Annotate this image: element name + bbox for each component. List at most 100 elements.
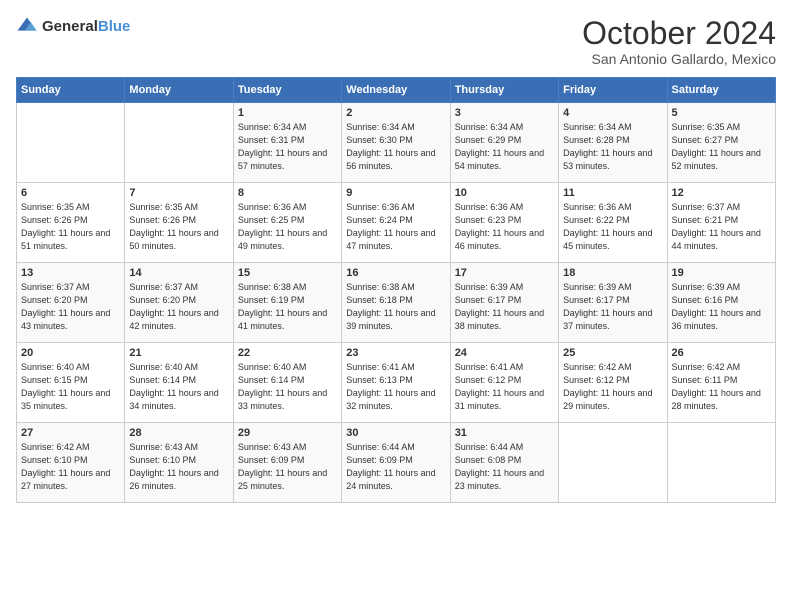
calendar-cell: 26 Sunrise: 6:42 AM Sunset: 6:11 PM Dayli… (667, 343, 775, 423)
day-number: 6 (21, 187, 120, 199)
calendar-cell: 29 Sunrise: 6:43 AM Sunset: 6:09 PM Dayli… (233, 423, 341, 503)
weekday-header: Saturday (667, 78, 775, 103)
calendar-cell: 8 Sunrise: 6:36 AM Sunset: 6:25 PM Daylig… (233, 183, 341, 263)
day-number: 14 (129, 267, 228, 279)
calendar-cell: 7 Sunrise: 6:35 AM Sunset: 6:26 PM Daylig… (125, 183, 233, 263)
title-block: October 2024 San Antonio Gallardo, Mexic… (582, 16, 776, 67)
logo: GeneralBlue (16, 16, 130, 38)
calendar-week-row: 6 Sunrise: 6:35 AM Sunset: 6:26 PM Daylig… (17, 183, 776, 263)
day-info: Sunrise: 6:44 AM Sunset: 6:08 PM Dayligh… (455, 441, 554, 493)
day-info: Sunrise: 6:39 AM Sunset: 6:17 PM Dayligh… (563, 281, 662, 333)
calendar-cell: 6 Sunrise: 6:35 AM Sunset: 6:26 PM Daylig… (17, 183, 125, 263)
day-info: Sunrise: 6:36 AM Sunset: 6:23 PM Dayligh… (455, 201, 554, 253)
day-info: Sunrise: 6:41 AM Sunset: 6:12 PM Dayligh… (455, 361, 554, 413)
day-number: 15 (238, 267, 337, 279)
calendar-cell: 22 Sunrise: 6:40 AM Sunset: 6:14 PM Dayli… (233, 343, 341, 423)
day-info: Sunrise: 6:36 AM Sunset: 6:24 PM Dayligh… (346, 201, 445, 253)
day-info: Sunrise: 6:37 AM Sunset: 6:20 PM Dayligh… (129, 281, 228, 333)
calendar-week-row: 13Sunrise: 6:37 AM Sunset: 6:20 PM Dayli… (17, 263, 776, 343)
day-number: 16 (346, 267, 445, 279)
day-info: Sunrise: 6:34 AM Sunset: 6:28 PM Dayligh… (563, 121, 662, 173)
logo-icon (16, 16, 38, 38)
weekday-header: Sunday (17, 78, 125, 103)
day-number: 19 (672, 267, 771, 279)
day-info: Sunrise: 6:37 AM Sunset: 6:20 PM Dayligh… (21, 281, 120, 333)
day-number: 22 (238, 347, 337, 359)
day-info: Sunrise: 6:40 AM Sunset: 6:15 PM Dayligh… (21, 361, 120, 413)
day-number: 26 (672, 347, 771, 359)
day-number: 23 (346, 347, 445, 359)
day-number: 17 (455, 267, 554, 279)
day-number: 27 (21, 427, 120, 439)
day-info: Sunrise: 6:43 AM Sunset: 6:10 PM Dayligh… (129, 441, 228, 493)
day-number: 10 (455, 187, 554, 199)
day-number: 9 (346, 187, 445, 199)
day-info: Sunrise: 6:36 AM Sunset: 6:25 PM Dayligh… (238, 201, 337, 253)
calendar-cell: 9 Sunrise: 6:36 AM Sunset: 6:24 PM Daylig… (342, 183, 450, 263)
calendar-cell: 11Sunrise: 6:36 AM Sunset: 6:22 PM Dayli… (559, 183, 667, 263)
day-info: Sunrise: 6:40 AM Sunset: 6:14 PM Dayligh… (238, 361, 337, 413)
calendar-cell: 4Sunrise: 6:34 AM Sunset: 6:28 PM Daylig… (559, 103, 667, 183)
day-number: 21 (129, 347, 228, 359)
calendar-cell (667, 423, 775, 503)
calendar-cell: 14 Sunrise: 6:37 AM Sunset: 6:20 PM Dayli… (125, 263, 233, 343)
day-number: 25 (563, 347, 662, 359)
day-info: Sunrise: 6:34 AM Sunset: 6:30 PM Dayligh… (346, 121, 445, 173)
calendar-header: SundayMondayTuesdayWednesdayThursdayFrid… (17, 78, 776, 103)
logo-general: GeneralBlue (42, 18, 130, 36)
day-info: Sunrise: 6:42 AM Sunset: 6:11 PM Dayligh… (672, 361, 771, 413)
calendar-cell: 2 Sunrise: 6:34 AM Sunset: 6:30 PM Daylig… (342, 103, 450, 183)
calendar-cell: 25 Sunrise: 6:42 AM Sunset: 6:12 PM Dayli… (559, 343, 667, 423)
day-number: 30 (346, 427, 445, 439)
calendar-cell: 5 Sunrise: 6:35 AM Sunset: 6:27 PM Daylig… (667, 103, 775, 183)
weekday-header: Monday (125, 78, 233, 103)
day-number: 20 (21, 347, 120, 359)
calendar-body: 1Sunrise: 6:34 AM Sunset: 6:31 PM Daylig… (17, 103, 776, 503)
weekday-header-row: SundayMondayTuesdayWednesdayThursdayFrid… (17, 78, 776, 103)
calendar-cell: 3Sunrise: 6:34 AM Sunset: 6:29 PM Daylig… (450, 103, 558, 183)
day-number: 8 (238, 187, 337, 199)
calendar-cell: 1Sunrise: 6:34 AM Sunset: 6:31 PM Daylig… (233, 103, 341, 183)
day-number: 12 (672, 187, 771, 199)
day-info: Sunrise: 6:40 AM Sunset: 6:14 PM Dayligh… (129, 361, 228, 413)
day-number: 3 (455, 107, 554, 119)
calendar-cell (17, 103, 125, 183)
day-info: Sunrise: 6:44 AM Sunset: 6:09 PM Dayligh… (346, 441, 445, 493)
day-number: 29 (238, 427, 337, 439)
day-info: Sunrise: 6:39 AM Sunset: 6:16 PM Dayligh… (672, 281, 771, 333)
calendar-week-row: 20 Sunrise: 6:40 AM Sunset: 6:15 PM Dayli… (17, 343, 776, 423)
calendar-cell: 27 Sunrise: 6:42 AM Sunset: 6:10 PM Dayli… (17, 423, 125, 503)
day-info: Sunrise: 6:35 AM Sunset: 6:26 PM Dayligh… (21, 201, 120, 253)
calendar-cell: 16 Sunrise: 6:38 AM Sunset: 6:18 PM Dayli… (342, 263, 450, 343)
weekday-header: Thursday (450, 78, 558, 103)
calendar-cell: 20 Sunrise: 6:40 AM Sunset: 6:15 PM Dayli… (17, 343, 125, 423)
day-info: Sunrise: 6:35 AM Sunset: 6:26 PM Dayligh… (129, 201, 228, 253)
day-info: Sunrise: 6:43 AM Sunset: 6:09 PM Dayligh… (238, 441, 337, 493)
page-title: October 2024 (582, 16, 776, 51)
day-info: Sunrise: 6:36 AM Sunset: 6:22 PM Dayligh… (563, 201, 662, 253)
page-location: San Antonio Gallardo, Mexico (582, 51, 776, 67)
day-info: Sunrise: 6:37 AM Sunset: 6:21 PM Dayligh… (672, 201, 771, 253)
day-info: Sunrise: 6:35 AM Sunset: 6:27 PM Dayligh… (672, 121, 771, 173)
day-number: 5 (672, 107, 771, 119)
calendar-cell: 18 Sunrise: 6:39 AM Sunset: 6:17 PM Dayli… (559, 263, 667, 343)
calendar-week-row: 1Sunrise: 6:34 AM Sunset: 6:31 PM Daylig… (17, 103, 776, 183)
page-header: GeneralBlue October 2024 San Antonio Gal… (16, 16, 776, 67)
day-number: 7 (129, 187, 228, 199)
day-info: Sunrise: 6:42 AM Sunset: 6:12 PM Dayligh… (563, 361, 662, 413)
calendar-cell: 31 Sunrise: 6:44 AM Sunset: 6:08 PM Dayli… (450, 423, 558, 503)
day-number: 31 (455, 427, 554, 439)
calendar-cell (559, 423, 667, 503)
calendar-cell: 12 Sunrise: 6:37 AM Sunset: 6:21 PM Dayli… (667, 183, 775, 263)
day-info: Sunrise: 6:41 AM Sunset: 6:13 PM Dayligh… (346, 361, 445, 413)
day-number: 2 (346, 107, 445, 119)
calendar-cell (125, 103, 233, 183)
calendar-cell: 19 Sunrise: 6:39 AM Sunset: 6:16 PM Dayli… (667, 263, 775, 343)
day-number: 24 (455, 347, 554, 359)
day-info: Sunrise: 6:42 AM Sunset: 6:10 PM Dayligh… (21, 441, 120, 493)
day-info: Sunrise: 6:38 AM Sunset: 6:18 PM Dayligh… (346, 281, 445, 333)
day-number: 18 (563, 267, 662, 279)
calendar-cell: 24 Sunrise: 6:41 AM Sunset: 6:12 PM Dayli… (450, 343, 558, 423)
calendar-cell: 10 Sunrise: 6:36 AM Sunset: 6:23 PM Dayli… (450, 183, 558, 263)
day-number: 28 (129, 427, 228, 439)
